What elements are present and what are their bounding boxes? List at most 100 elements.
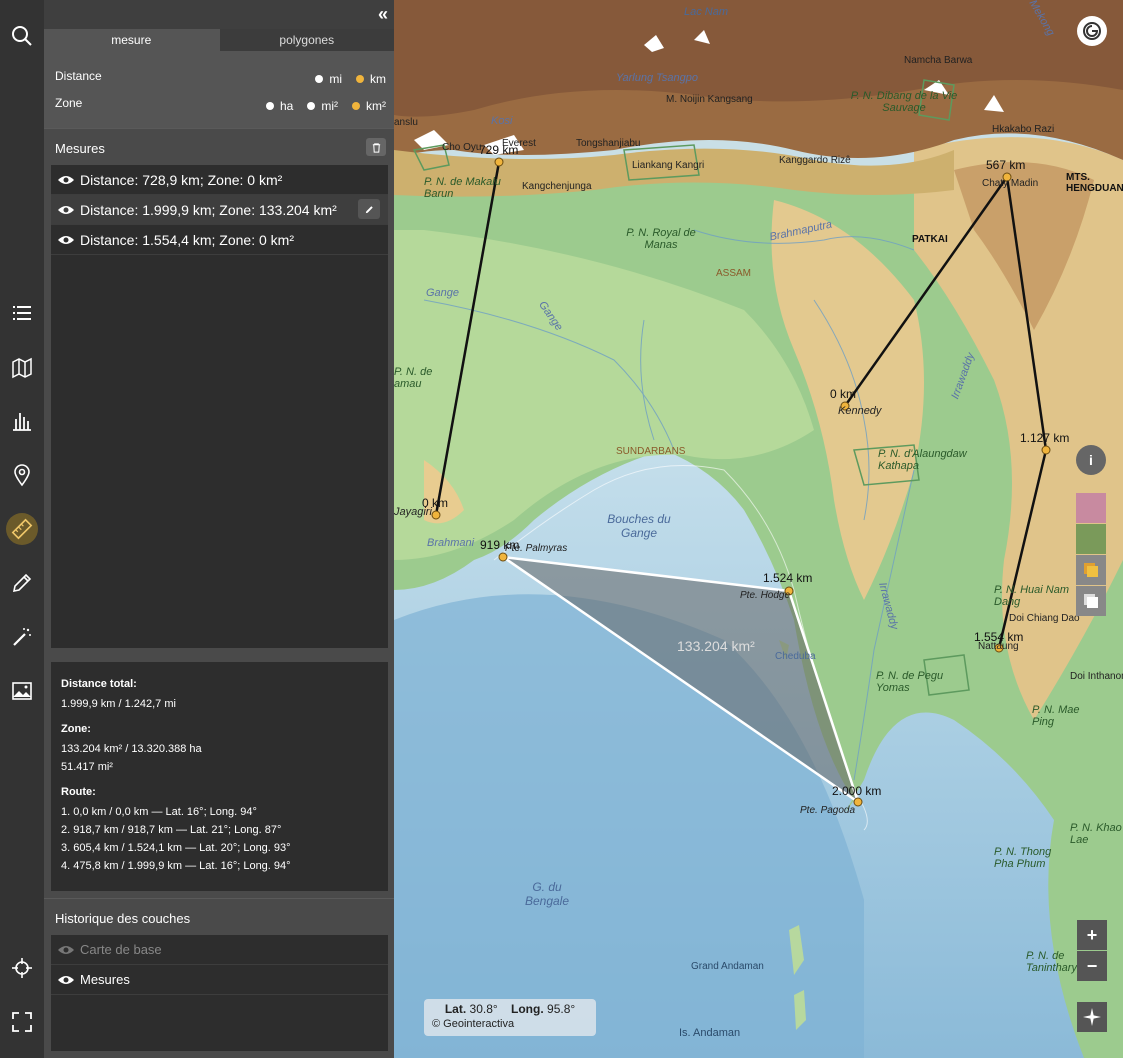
zoom-out-button[interactable]: −: [1077, 951, 1107, 981]
radio-mi2[interactable]: [307, 102, 316, 110]
info-button[interactable]: i: [1076, 445, 1106, 475]
radio-ha[interactable]: [265, 102, 274, 110]
route-step: 2. 918,7 km / 918,7 km — Lat. 21°; Long.…: [61, 824, 282, 836]
measure-label-m2-c: 2.000 km: [832, 784, 882, 798]
terrain-swatch-button[interactable]: [1076, 524, 1106, 554]
distance-unit-km[interactable]: km: [356, 72, 386, 86]
delete-measures-button[interactable]: [366, 138, 386, 156]
crosshair-icon[interactable]: [6, 952, 38, 984]
place-label: G. du Bengale: [524, 880, 570, 908]
map-icon[interactable]: [6, 352, 38, 384]
tab-bar: mesure polygones: [44, 29, 394, 51]
measure-area-polygon[interactable]: [502, 555, 861, 806]
measure-point[interactable]: [498, 552, 508, 562]
layer-label: Mesures: [80, 972, 130, 987]
tab-polygones[interactable]: polygones: [218, 29, 394, 51]
eye-icon[interactable]: [57, 234, 75, 246]
image-icon[interactable]: [6, 675, 38, 707]
place-label: Everest: [502, 138, 536, 149]
pencil-icon: [365, 205, 373, 213]
geo-logo-button[interactable]: [1077, 16, 1107, 46]
pencil-icon[interactable]: [6, 567, 38, 599]
long-label: Long.: [511, 1002, 544, 1016]
compass-button[interactable]: [1077, 1002, 1107, 1032]
measure-line-3b[interactable]: [1005, 176, 1048, 451]
place-label: Namcha Barwa: [904, 55, 973, 66]
layer-item[interactable]: Mesures: [51, 965, 388, 995]
layers-icon: [1084, 563, 1098, 577]
measure-point[interactable]: [853, 797, 863, 807]
place-label: SUNDARBANS: [616, 446, 686, 457]
overlay-swatch-button[interactable]: [1076, 555, 1106, 585]
measure-point[interactable]: [1041, 445, 1051, 455]
place-label: Nattaung: [978, 641, 1019, 652]
tool-rail: [0, 0, 44, 1058]
place-label: P. N. de Pegu Yomas: [876, 670, 944, 694]
magic-wand-icon[interactable]: [6, 621, 38, 653]
place-label: Bouches du Gange: [607, 512, 671, 540]
radio-km2[interactable]: [352, 102, 360, 110]
layers-title: Historique des couches: [55, 911, 191, 926]
place-label: anslu: [394, 117, 418, 128]
zone-unit-mi2[interactable]: mi²: [307, 99, 338, 113]
list-item[interactable]: Distance: 1.554,4 km; Zone: 0 km²: [51, 225, 388, 255]
distance-unit-mi[interactable]: mi: [315, 72, 342, 86]
route-step: 1. 0,0 km / 0,0 km — Lat. 16°; Long. 94°: [61, 806, 257, 818]
place-label: MTS. HENGDUAN: [1066, 172, 1123, 194]
fullscreen-icon[interactable]: [6, 1006, 38, 1038]
place-label: Pte. Palmyras: [505, 543, 568, 554]
zoom-in-button[interactable]: +: [1077, 920, 1107, 950]
copyright: © Geointeractiva: [432, 1018, 515, 1030]
place-label: Doi Inthanon: [1070, 671, 1123, 682]
blank-layer-button[interactable]: [1076, 586, 1106, 616]
place-label: Kanggardo Rizê: [779, 155, 851, 166]
zone-unit-km2[interactable]: km²: [352, 99, 386, 113]
eye-icon[interactable]: [57, 174, 75, 186]
place-label: P. N. de: [394, 366, 433, 378]
pin-icon[interactable]: [6, 459, 38, 491]
place-label: Yarlung Tsangpo: [616, 72, 698, 84]
list-item[interactable]: Distance: 728,9 km; Zone: 0 km²: [51, 165, 388, 195]
measure-point[interactable]: [431, 510, 441, 520]
measure-stats: Distance total: 1.999,9 km / 1.242,7 mi …: [51, 662, 388, 891]
measure-line-1[interactable]: [434, 161, 501, 516]
layer-item[interactable]: Carte de base: [51, 935, 388, 965]
route-title: Route:: [61, 786, 96, 798]
chart-icon[interactable]: [6, 405, 38, 437]
trash-icon: [372, 142, 380, 153]
edit-measure-button[interactable]: [358, 199, 380, 219]
collapse-panel-button[interactable]: «: [378, 4, 388, 24]
place-label: P. N. Dibang de la Vie Sauvage: [850, 90, 958, 114]
lat-label: Lat.: [444, 1002, 467, 1016]
eye-icon[interactable]: [57, 944, 75, 956]
measures-title: Mesures: [55, 141, 105, 156]
measures-list: Distance: 728,9 km; Zone: 0 km² Distance…: [51, 165, 388, 648]
measure-label-m3-a: 567 km: [986, 158, 1026, 172]
zone-unit-km2-label: km²: [366, 99, 386, 113]
eye-icon[interactable]: [57, 204, 75, 216]
layers-list: Carte de base Mesures: [51, 935, 388, 1051]
place-label: Chaty Madin: [982, 178, 1039, 189]
ruler-icon[interactable]: [6, 513, 38, 545]
place-label: P. N. d'Alaungdaw Kathapa: [878, 448, 967, 472]
measure-area-label: 133.204 km²: [677, 638, 755, 654]
lat-value: 30.8°: [469, 1002, 498, 1016]
measure-point[interactable]: [494, 157, 504, 167]
list-item[interactable]: Distance: 1.999,9 km; Zone: 133.204 km²: [51, 195, 388, 225]
map-view[interactable]: 729 km 0 km 919 km 1.524 km 2.000 km 567…: [394, 0, 1123, 1058]
unit-settings: Distance mi km Zone ha mi² km²: [44, 51, 394, 128]
place-label: P. N. Royal de Manas: [626, 227, 696, 251]
radio-km[interactable]: [356, 75, 364, 83]
search-icon[interactable]: [6, 20, 38, 52]
measure-label: Distance: 1.554,4 km; Zone: 0 km²: [80, 231, 294, 248]
measures-header: Mesures: [44, 128, 394, 164]
radio-mi[interactable]: [315, 75, 324, 83]
place-label: Kennedy: [838, 405, 882, 417]
layer-swatch-button[interactable]: [1076, 493, 1106, 523]
eye-icon[interactable]: [57, 974, 75, 986]
zone-unit-ha[interactable]: ha: [265, 99, 293, 113]
list-icon[interactable]: [6, 297, 38, 329]
place-label: P. N. de Makalu Barun: [424, 176, 501, 200]
measure-line-3a[interactable]: [843, 176, 1009, 407]
tab-mesure[interactable]: mesure: [44, 29, 219, 51]
